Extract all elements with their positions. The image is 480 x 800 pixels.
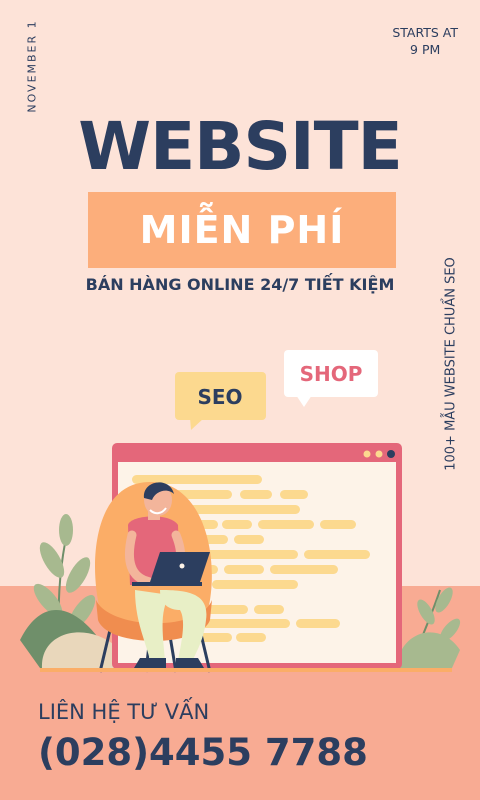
- shop-bubble-label: SHOP: [300, 362, 363, 386]
- right-plant-icon: [396, 587, 461, 669]
- start-time-value: 9 PM: [410, 42, 441, 57]
- free-banner-label: MIỄN PHÍ: [139, 208, 345, 252]
- start-time: STARTS AT 9 PM: [392, 24, 458, 58]
- starts-at-label: STARTS AT: [392, 25, 458, 40]
- seo-bubble: SEO: [175, 372, 266, 430]
- date-label: NOVEMBER 1: [25, 19, 39, 113]
- ground-line: [40, 668, 452, 672]
- headline: WEBSITE: [78, 108, 402, 185]
- shop-bubble: SHOP: [284, 350, 378, 407]
- free-banner: MIỄN PHÍ: [88, 192, 396, 268]
- contact-label: LIÊN HỆ TƯ VẤN: [38, 700, 210, 724]
- seo-bubble-label: SEO: [197, 385, 242, 409]
- tagline: BÁN HÀNG ONLINE 24/7 TIẾT KIỆM: [85, 275, 395, 294]
- poster: SEO SHOP NOVEMBER 1 STARTS AT 9 PM 100+ …: [0, 0, 480, 800]
- contact-phone[interactable]: (028)4455 7788: [38, 728, 368, 778]
